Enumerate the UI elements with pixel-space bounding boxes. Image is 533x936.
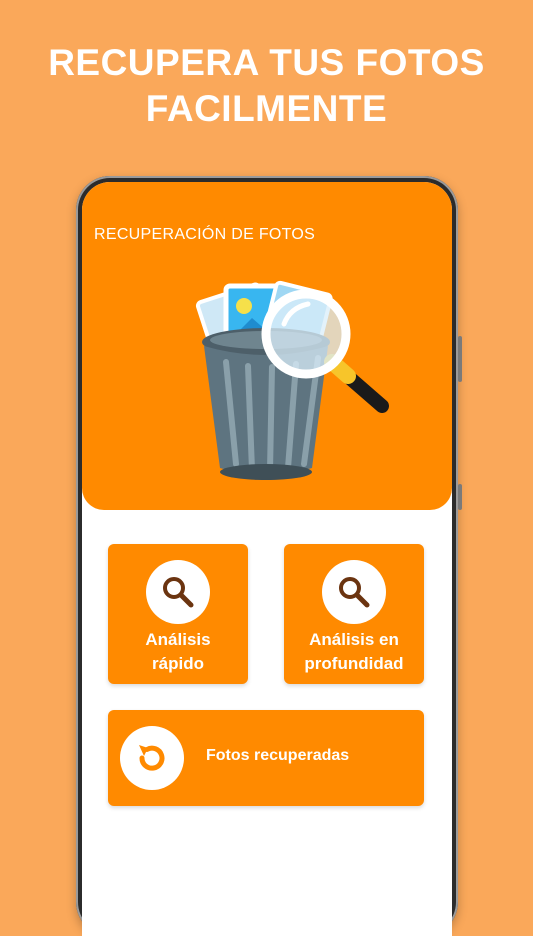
quick-scan-icon-circle <box>146 560 210 624</box>
deep-scan-label: Análisis en profundidad <box>284 628 424 676</box>
app-title: RECUPERACIÓN DE FOTOS <box>94 226 316 243</box>
search-icon <box>339 577 370 608</box>
recovered-photos-button[interactable]: Fotos recuperadas <box>108 710 424 806</box>
phone-volume-button <box>458 336 462 382</box>
search-icon <box>163 577 194 608</box>
quick-scan-label-line2: rápido <box>152 654 204 673</box>
recovered-photos-icon-circle <box>120 726 184 790</box>
deep-scan-label-line1: Análisis en <box>309 630 399 649</box>
promo-title-line1: RECUPERA TUS FOTOS <box>48 42 485 83</box>
deep-scan-label-line2: profundidad <box>304 654 404 673</box>
phone-power-button <box>458 484 462 510</box>
promo-title-line2: FACILMENTE <box>145 88 388 129</box>
promo-title: RECUPERA TUS FOTOS FACILMENTE <box>0 40 533 132</box>
restore-icon <box>139 745 165 771</box>
quick-scan-label-line1: Análisis <box>145 630 211 649</box>
phone-frame: RECUPERACIÓN DE FOTOS Análisis rápido An… <box>76 176 462 936</box>
app-screen: RECUPERACIÓN DE FOTOS Análisis rápido An… <box>82 182 452 936</box>
deep-scan-button[interactable]: Análisis en profundidad <box>284 544 424 684</box>
deep-scan-icon-circle <box>322 560 386 624</box>
quick-scan-label: Análisis rápido <box>108 628 248 676</box>
app-header: RECUPERACIÓN DE FOTOS <box>82 182 452 510</box>
quick-scan-button[interactable]: Análisis rápido <box>108 544 248 684</box>
recovered-photos-label: Fotos recuperadas <box>206 747 350 764</box>
trash-photo-magnifier-illustration <box>195 280 389 480</box>
